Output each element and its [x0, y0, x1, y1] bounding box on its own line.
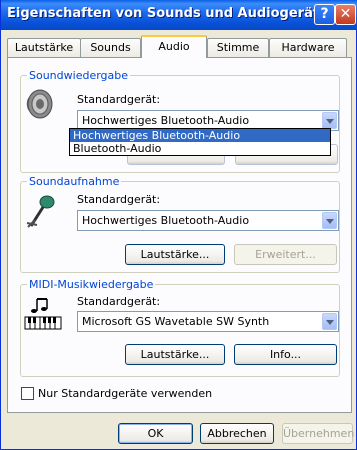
recording-advanced-button: Erweitert...: [234, 244, 337, 265]
tab-stimme[interactable]: Stimme: [207, 38, 269, 57]
chevron-down-icon[interactable]: [322, 313, 337, 330]
use-default-only-checkbox[interactable]: [21, 387, 34, 400]
audio-tab-panel: Soundwiedergabe Standardgerät: Hochwerti…: [7, 57, 352, 413]
microphone-icon: [26, 195, 55, 228]
chevron-down-icon[interactable]: [322, 212, 337, 229]
use-default-only-label: Nur Standardgeräte verwenden: [38, 387, 213, 400]
playback-group: Soundwiedergabe Standardgerät: Hochwerti…: [20, 69, 340, 173]
midi-device-select[interactable]: Microsoft GS Wavetable SW Synth: [77, 311, 339, 332]
midi-keyboard-icon: [24, 298, 62, 330]
midi-volume-button[interactable]: Lautstärke...: [125, 344, 225, 365]
cancel-button[interactable]: Abbrechen: [200, 423, 274, 444]
dropdown-option-selected[interactable]: Hochwertiges Bluetooth-Audio: [70, 129, 330, 142]
playback-device-label: Standardgerät:: [77, 93, 161, 106]
title-bar[interactable]: Eigenschaften von Sounds und Audiogeräte…: [1, 0, 357, 30]
midi-device-value: Microsoft GS Wavetable SW Synth: [82, 315, 270, 328]
tab-sounds[interactable]: Sounds: [80, 38, 141, 57]
window-title: Eigenschaften von Sounds und Audiogeräte: [7, 6, 328, 21]
properties-window: Eigenschaften von Sounds und Audiogeräte…: [0, 0, 357, 450]
tab-lautstaerke[interactable]: Lautstärke: [7, 38, 81, 57]
apply-button: Übernehmen: [282, 423, 354, 444]
playback-group-title: Soundwiedergabe: [27, 69, 131, 82]
recording-device-label: Standardgerät:: [77, 193, 161, 206]
tab-audio[interactable]: Audio: [141, 35, 207, 58]
midi-info-button[interactable]: Info...: [234, 344, 337, 365]
recording-group: Soundaufnahme Standardgerät: Hochwertige…: [20, 175, 340, 273]
recording-device-value: Hochwertiges Bluetooth-Audio: [82, 214, 250, 227]
dropdown-option[interactable]: Bluetooth-Audio: [70, 142, 330, 155]
recording-volume-button[interactable]: Lautstärke...: [125, 244, 225, 265]
recording-group-title: Soundaufnahme: [27, 175, 122, 188]
help-button[interactable]: ?: [314, 4, 335, 25]
playback-device-value: Hochwertiges Bluetooth-Audio: [82, 114, 250, 127]
close-button[interactable]: ✕: [335, 4, 356, 25]
playback-device-dropdown-list: Hochwertiges Bluetooth-Audio Bluetooth-A…: [69, 128, 331, 156]
tab-hardware[interactable]: Hardware: [269, 38, 347, 57]
ok-button[interactable]: OK: [118, 423, 193, 444]
midi-group-title: MIDI-Musikwiedergabe: [27, 278, 156, 291]
midi-group: MIDI-Musikwiedergabe Standardgerät: Micr…: [20, 278, 340, 377]
chevron-down-icon[interactable]: [322, 112, 337, 129]
midi-device-label: Standardgerät:: [77, 295, 161, 308]
recording-device-select[interactable]: Hochwertiges Bluetooth-Audio: [77, 210, 339, 231]
speaker-icon: [26, 89, 53, 119]
